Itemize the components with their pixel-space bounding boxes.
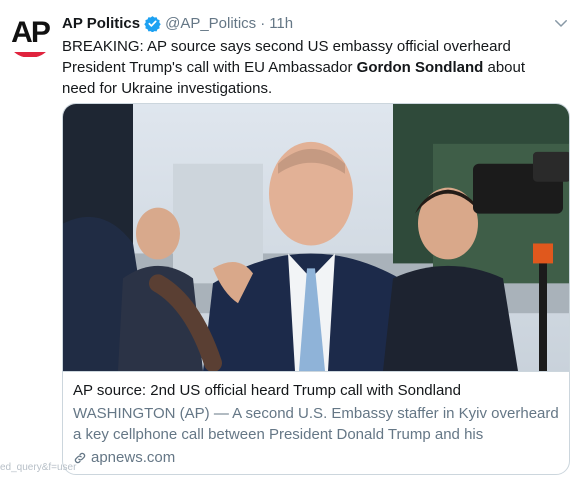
- card-domain[interactable]: apnews.com: [91, 447, 175, 468]
- tweet-text-bold-name: Gordon Sondland: [356, 59, 484, 76]
- card-description: WASHINGTON (AP) — A second U.S. Embassy …: [73, 405, 559, 443]
- verified-badge-icon: [144, 15, 161, 32]
- chevron-down-icon[interactable]: [552, 14, 570, 32]
- tweet-timestamp[interactable]: 11h: [269, 15, 293, 32]
- ap-logo-bar: [14, 52, 46, 57]
- author-display-name[interactable]: AP Politics: [62, 15, 140, 32]
- separator-dot: ·: [260, 14, 266, 32]
- ap-logo-text: AP: [11, 16, 51, 49]
- url-fragment-text: ed_query&f=user: [0, 462, 77, 473]
- card-image: [63, 104, 569, 372]
- author-avatar[interactable]: AP: [6, 10, 54, 58]
- card-title[interactable]: AP source: 2nd US official heard Trump c…: [73, 380, 563, 401]
- author-handle[interactable]: @AP_Politics: [165, 15, 256, 32]
- card-domain-row: apnews.com: [73, 447, 563, 468]
- tweet-header: AP Politics @AP_Politics · 11h: [62, 12, 293, 34]
- link-preview-card[interactable]: AP source: 2nd US official heard Trump c…: [62, 103, 570, 475]
- card-body: AP source: 2nd US official heard Trump c…: [73, 380, 563, 468]
- tweet-text: BREAKING: AP source says second US embas…: [62, 36, 562, 99]
